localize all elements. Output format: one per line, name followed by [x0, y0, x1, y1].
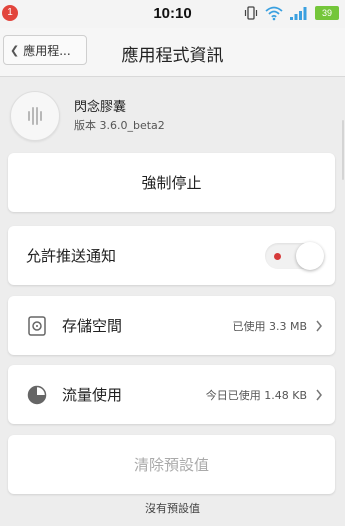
toggle-indicator-dot — [274, 252, 281, 260]
scrollbar[interactable] — [342, 120, 344, 180]
force-stop-button[interactable]: 強制停止 — [8, 153, 335, 212]
storage-row[interactable]: 存儲空間 已使用 3.3 MB — [8, 296, 335, 355]
wifi-icon — [265, 6, 283, 21]
storage-label: 存儲空間 — [62, 317, 123, 335]
battery-icon: 39 — [315, 6, 339, 20]
app-capsule-icon — [10, 91, 60, 141]
traffic-pie-icon — [27, 385, 47, 404]
app-name: 閃念膠囊 — [74, 100, 127, 115]
app-version: 版本 3.6.0_beta2 — [74, 119, 165, 132]
traffic-value: 今日已使用 1.48 KB — [205, 388, 307, 402]
traffic-label: 流量使用 — [62, 386, 123, 404]
page-title: 應用程式資訊 — [121, 46, 224, 66]
app-header: ❮ 應用程... 應用程式資訊 — [0, 28, 345, 77]
clear-defaults-label: 清除預設值 — [133, 456, 209, 474]
vibrate-icon — [244, 6, 258, 20]
signal-icon — [290, 7, 307, 20]
force-stop-label: 強制停止 — [141, 174, 202, 192]
status-icons: 39 — [243, 5, 339, 21]
traffic-row[interactable]: 流量使用 今日已使用 1.48 KB — [8, 365, 335, 424]
status-bar: 1 10:10 39 — [0, 0, 345, 28]
app-info-section: 閃念膠囊 版本 3.6.0_beta2 — [0, 76, 345, 150]
chevron-right-icon — [316, 320, 322, 331]
clear-defaults-button[interactable]: 清除預設值 — [8, 435, 335, 494]
storage-value: 已使用 3.3 MB — [232, 319, 307, 333]
notification-row: 允許推送通知 — [8, 226, 335, 285]
toggle-knob — [296, 241, 324, 270]
storage-icon — [28, 315, 46, 336]
notification-toggle[interactable] — [265, 241, 324, 270]
no-defaults-note: 沒有預設值 — [145, 502, 200, 515]
notification-label: 允許推送通知 — [26, 247, 117, 265]
chevron-right-icon — [316, 389, 322, 400]
